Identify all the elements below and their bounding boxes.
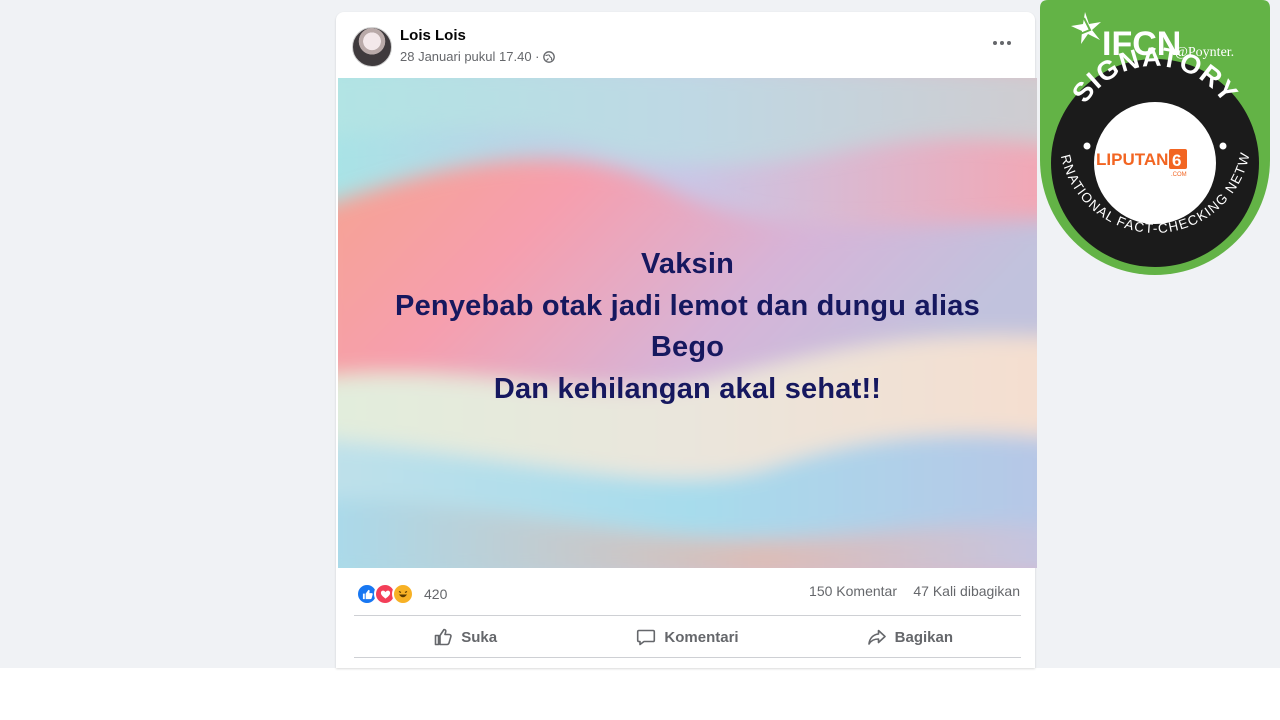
- comment-label: Komentari: [664, 628, 739, 646]
- post-meta: 28 Januari pukul 17.40 ·: [400, 49, 556, 64]
- comment-bubble-icon: [637, 629, 656, 646]
- page-bottom-band: [0, 668, 1280, 720]
- more-horizontal-icon: [993, 41, 997, 45]
- share-button[interactable]: Bagikan: [799, 616, 1021, 658]
- share-arrow-icon: [867, 629, 886, 645]
- facebook-post: Lois Lois 28 Januari pukul 17.40 · Vaksi…: [336, 12, 1037, 668]
- logo-number: 6: [1172, 151, 1181, 170]
- comment-button[interactable]: Komentari: [576, 616, 798, 658]
- post-image[interactable]: Vaksin Penyebab otak jadi lemot dan dung…: [338, 78, 1037, 568]
- thumbs-up-icon: [434, 628, 452, 646]
- image-text-line-4: Dan kehilangan akal sehat!!: [493, 372, 882, 405]
- post-actions: Suka Komentari Bagikan: [354, 616, 1021, 658]
- reaction-count: 420: [424, 586, 448, 602]
- post-image-text: Vaksin Penyebab otak jadi lemot dan dung…: [338, 244, 1037, 410]
- logo-text: LIPUTAN: [1096, 150, 1168, 169]
- image-text-line-1: Vaksin: [640, 248, 735, 280]
- share-label: Bagikan: [894, 628, 953, 646]
- avatar[interactable]: [352, 27, 392, 67]
- divider: [354, 657, 1021, 658]
- shares-count[interactable]: 47 Kali dibagikan: [913, 583, 1020, 599]
- haha-reaction-icon: [392, 583, 414, 605]
- reactions-summary[interactable]: 420: [356, 583, 447, 605]
- image-text-line-3: Bego: [650, 331, 725, 363]
- post-stats: 420 150 Komentar 47 Kali dibagikan: [336, 570, 1035, 614]
- author-name[interactable]: Lois Lois: [400, 27, 466, 44]
- like-label: Suka: [461, 628, 498, 646]
- logo-sub: .COM: [1171, 172, 1187, 178]
- post-header: Lois Lois 28 Januari pukul 17.40 ·: [336, 12, 1035, 78]
- image-text-line-2: Penyebab otak jadi lemot dan dungu alias: [395, 289, 980, 322]
- globe-icon: [543, 50, 556, 63]
- more-options-button[interactable]: [987, 32, 1017, 54]
- ifcn-signatory-badge: IFCN @Poynter. SIGNATORY INTERNATIONAL F…: [1040, 0, 1270, 275]
- like-button[interactable]: Suka: [354, 616, 576, 658]
- comments-count[interactable]: 150 Komentar: [809, 583, 897, 599]
- post-timestamp[interactable]: 28 Januari pukul 17.40 ·: [400, 49, 539, 64]
